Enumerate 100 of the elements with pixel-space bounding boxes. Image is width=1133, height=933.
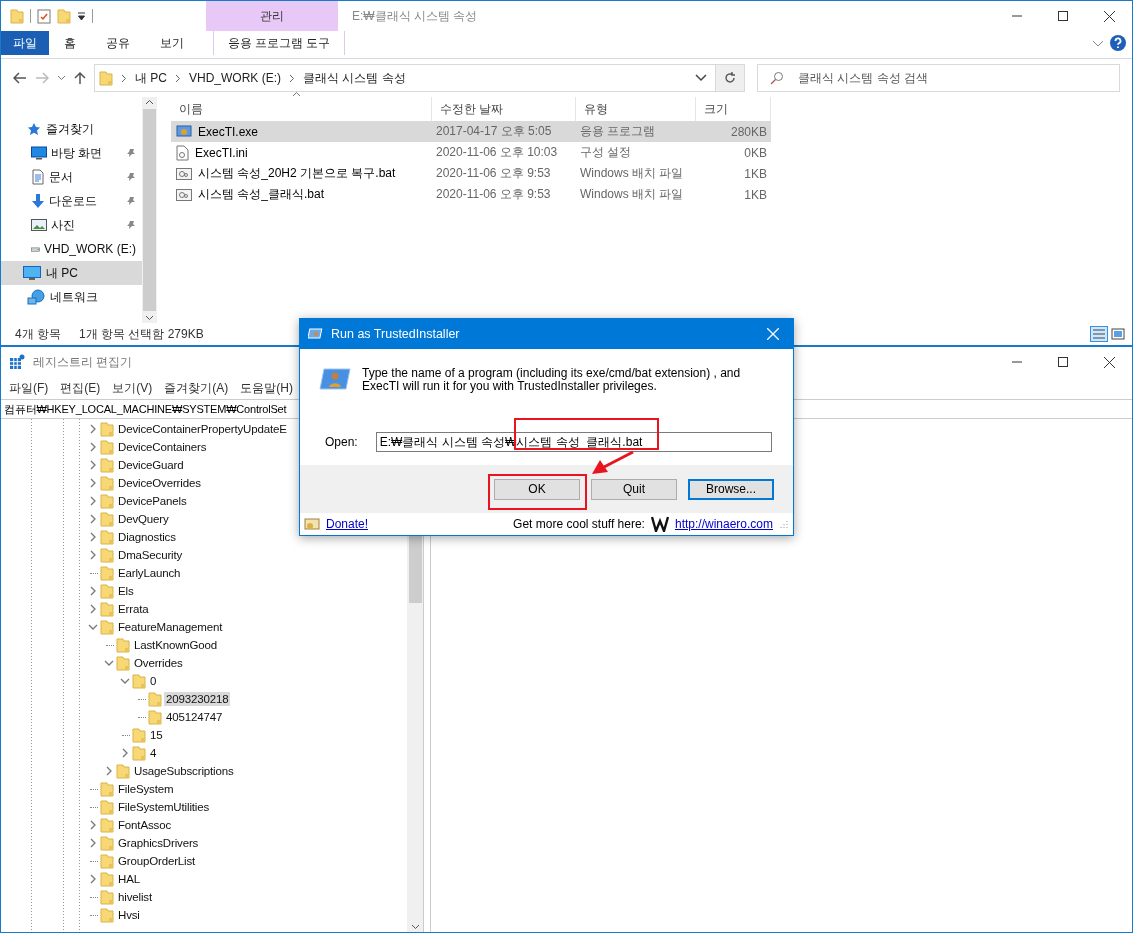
- tree-item[interactable]: DeviceGuard: [116, 458, 186, 472]
- tree-item[interactable]: Overrides: [132, 656, 185, 670]
- ribbon-tab[interactable]: 공유: [91, 31, 145, 55]
- monitor-icon: [31, 146, 47, 160]
- menu-item[interactable]: 보기(V): [106, 379, 159, 397]
- tree-item[interactable]: DevQuery: [116, 512, 171, 526]
- promo-text: Get more cool stuff here:: [513, 517, 645, 531]
- dialog-button[interactable]: OK: [494, 478, 580, 500]
- ribbon-tab[interactable]: 홈: [49, 31, 91, 55]
- file-date: 2020-11-06 오후 9:53: [435, 186, 552, 203]
- tree-item[interactable]: Hvsi: [116, 908, 142, 922]
- nav-item[interactable]: 문서: [1, 165, 142, 189]
- tree-item[interactable]: FontAssoc: [116, 818, 173, 832]
- menu-item[interactable]: 편집(E): [54, 379, 107, 397]
- image-icon: [31, 218, 47, 232]
- folder-icon: [100, 475, 114, 491]
- folder-icon: [100, 565, 114, 581]
- breadcrumb[interactable]: VHD_WORK (E:): [189, 71, 282, 85]
- menu-item[interactable]: 도움말(H): [234, 379, 299, 397]
- tree-item[interactable]: 405124747: [164, 710, 225, 724]
- tree-item[interactable]: DeviceContainerPropertyUpdateE: [116, 422, 289, 436]
- tree-item[interactable]: UsageSubscriptions: [132, 764, 236, 778]
- scroll-down-icon[interactable]: [145, 315, 154, 321]
- menu-item[interactable]: 즐겨찾기(A): [158, 379, 235, 397]
- tree-item[interactable]: FileSystem: [116, 782, 176, 796]
- tree-item[interactable]: GraphicsDrivers: [116, 836, 201, 850]
- dialog-button[interactable]: Quit: [591, 478, 677, 500]
- folder-icon: [99, 70, 113, 86]
- tree-item[interactable]: 0: [148, 674, 159, 688]
- nav-item[interactable]: 내 PC: [1, 261, 142, 285]
- tree-item[interactable]: DeviceContainers: [116, 440, 209, 454]
- details-view-icon[interactable]: [1090, 326, 1108, 342]
- back-arrow-icon[interactable]: [13, 72, 27, 84]
- resize-grip-icon[interactable]: [779, 519, 789, 529]
- tree-item[interactable]: hivelist: [116, 890, 154, 904]
- tree-item[interactable]: FeatureManagement: [116, 620, 225, 634]
- scroll-down-icon[interactable]: [410, 924, 420, 930]
- tree-item[interactable]: LastKnownGood: [132, 638, 220, 652]
- recent-dropdown-icon[interactable]: [57, 75, 66, 81]
- window-title: E:₩클래식 시스템 속성: [352, 7, 478, 25]
- tree-item[interactable]: DeviceOverrides: [116, 476, 203, 490]
- tree-item[interactable]: 4: [148, 746, 159, 760]
- checklist-icon[interactable]: [37, 8, 51, 24]
- file-row[interactable]: 시스템 속성_20H2 기본으로 복구.bat 2020-11-06 오후 9:53 Windows 배치 파일 1KB: [171, 163, 771, 184]
- file-row[interactable]: ExecTI.exe 2017-04-17 오후 5:05 응용 프로그램 280KB: [171, 121, 771, 142]
- tree-item[interactable]: Diagnostics: [116, 530, 178, 544]
- nav-item[interactable]: 사진: [1, 213, 142, 237]
- file-name: ExecTI.exe: [198, 124, 259, 139]
- tree-item[interactable]: Errata: [116, 602, 151, 616]
- nav-item[interactable]: 네트워크: [1, 285, 142, 309]
- file-row[interactable]: ExecTI.ini 2020-11-06 오후 10:03 구성 설정 0KB: [171, 142, 771, 163]
- scrollbar[interactable]: [142, 97, 157, 323]
- folder-icon: [100, 907, 114, 923]
- nav-item[interactable]: 즐겨찾기: [1, 117, 142, 141]
- folder-icon: [100, 871, 114, 887]
- window-title: 레지스트리 편집기: [33, 353, 134, 371]
- donate-link[interactable]: Donate!: [326, 517, 369, 531]
- folder-icon: [100, 547, 114, 563]
- ribbon-tab[interactable]: 파일: [1, 31, 49, 55]
- nav-item[interactable]: 다운로드: [1, 189, 142, 213]
- website-link[interactable]: http://winaero.com: [674, 517, 773, 531]
- file-size: 1KB: [743, 187, 768, 202]
- nav-item[interactable]: VHD_WORK (E:): [1, 237, 142, 261]
- tree-item[interactable]: DevicePanels: [116, 494, 189, 508]
- address-bar[interactable]: 내 PC VHD_WORK (E:) 클래식 시스템 속성: [94, 64, 716, 92]
- scroll-thumb[interactable]: [143, 109, 156, 311]
- scroll-up-icon[interactable]: [145, 99, 154, 105]
- breadcrumb[interactable]: 클래식 시스템 속성: [303, 69, 406, 87]
- tree-item[interactable]: 15: [148, 728, 165, 742]
- tree-item[interactable]: HAL: [116, 872, 142, 886]
- menu-item[interactable]: 파일(F): [3, 379, 55, 397]
- refresh-button[interactable]: [715, 64, 745, 92]
- tree-item[interactable]: EarlyLaunch: [116, 566, 183, 580]
- file-row[interactable]: 시스템 속성_클래식.bat 2020-11-06 오후 9:53 Windows 배치 파일 1KB: [171, 184, 771, 205]
- dialog-button[interactable]: Browse...: [688, 478, 774, 500]
- ribbon-tab[interactable]: 응용 프로그램 도구: [213, 31, 345, 55]
- drive-icon: [31, 244, 40, 254]
- folder-icon: [100, 439, 114, 455]
- tree-item[interactable]: GroupOrderList: [116, 854, 198, 868]
- folder-icon: [100, 511, 114, 527]
- expand-ribbon-icon[interactable]: [1092, 38, 1104, 48]
- tree-item[interactable]: FileSystemUtilities: [116, 800, 212, 814]
- dropdown-icon[interactable]: [77, 11, 86, 21]
- tree-item[interactable]: DmaSecurity: [116, 548, 185, 562]
- tree-item[interactable]: 2093230218: [164, 692, 231, 706]
- tree-item[interactable]: Els: [116, 584, 136, 598]
- maximize-icon: [1058, 11, 1068, 21]
- ribbon-tab[interactable]: 보기: [145, 31, 199, 55]
- up-arrow-icon[interactable]: [74, 71, 86, 85]
- folder-icon: [100, 619, 114, 635]
- dropdown-icon[interactable]: [695, 74, 707, 82]
- search-icon: [770, 71, 784, 85]
- breadcrumb[interactable]: 내 PC: [135, 69, 167, 87]
- search-field[interactable]: 클래식 시스템 속성 검색: [757, 64, 1120, 92]
- help-icon[interactable]: [1110, 35, 1126, 51]
- thumbnail-view-icon[interactable]: [1110, 326, 1126, 342]
- field-label: Open:: [325, 435, 358, 449]
- nav-item[interactable]: 바탕 화면: [1, 141, 142, 165]
- file-name: ExecTI.ini: [195, 145, 248, 160]
- batch-file-icon: [176, 187, 192, 202]
